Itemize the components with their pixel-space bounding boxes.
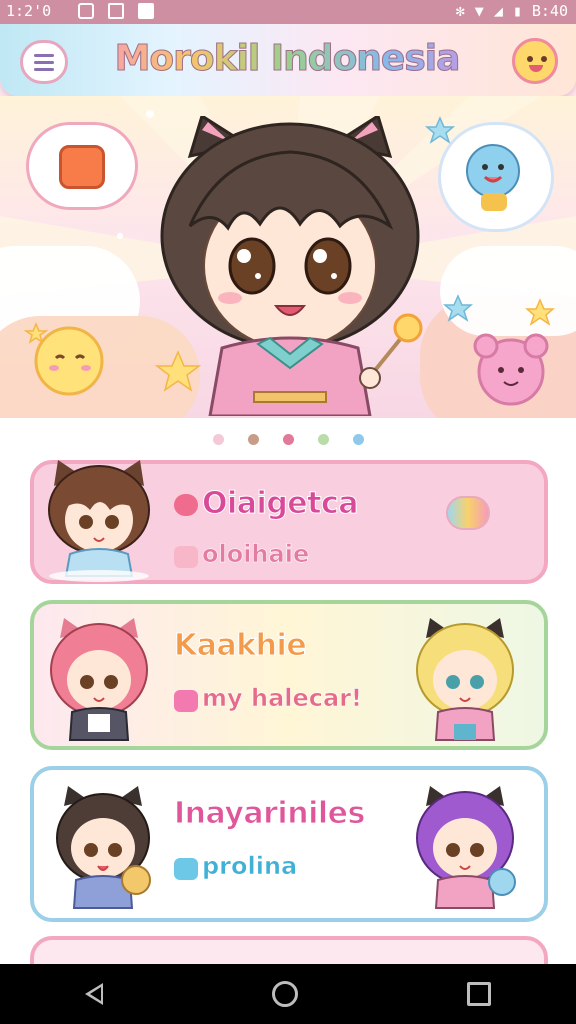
character-card[interactable]: Kaakhie my halecar!: [30, 600, 548, 750]
hero-character-illustration: [160, 116, 423, 416]
character-avatar: [50, 618, 148, 741]
character-card[interactable]: [30, 936, 548, 964]
app-header: Morokil Indonesia: [0, 24, 576, 96]
tag-icon: [174, 858, 198, 880]
cast-icon: [108, 3, 124, 19]
carousel-dot[interactable]: [352, 433, 364, 445]
carousel-dot[interactable]: [247, 433, 259, 445]
mascot-face-icon: [527, 56, 533, 62]
tag-icon: [174, 546, 198, 568]
back-icon[interactable]: [84, 983, 103, 1005]
card-title: Oiaigetca: [201, 486, 359, 522]
gallery-icon: [78, 3, 94, 19]
carousel-dot-active[interactable]: [282, 433, 294, 445]
system-nav-bar: [0, 964, 576, 1024]
status-time: 1:2'0: [6, 2, 52, 20]
menu-icon-line: [34, 60, 54, 64]
mascot-mouth: [529, 65, 543, 72]
home-icon[interactable]: [271, 981, 298, 1007]
app-title: Morokil Indonesia: [92, 38, 482, 80]
carousel-dot[interactable]: [212, 433, 224, 445]
bluetooth-icon: ✻: [455, 2, 465, 20]
card-title: Kaakhie: [173, 628, 307, 664]
status-clock: B:40: [531, 2, 568, 20]
menu-icon-line: [34, 67, 54, 71]
character-card[interactable]: Inayariniles prolina: [30, 766, 548, 922]
character-list: Oiaigetca oloihaie Kaakhie my halecar! I…: [0, 460, 576, 964]
wifi-icon: ▼: [474, 2, 484, 20]
menu-button[interactable]: [20, 40, 68, 84]
alarm-icon: [174, 494, 198, 516]
character-avatar: [56, 786, 151, 909]
character-avatar-right: [416, 618, 514, 741]
recent-apps-icon[interactable]: [467, 982, 492, 1006]
card-subtitle: oloihaie: [202, 540, 310, 569]
signal-icon: ◢: [493, 2, 503, 20]
card-title: Inayariniles: [174, 796, 366, 832]
card-subtitle: prolina: [202, 852, 298, 881]
hero-banner[interactable]: [0, 96, 576, 418]
tag-icon: [174, 690, 198, 712]
carousel-indicator: [0, 418, 576, 460]
notification-icon: [138, 3, 154, 19]
menu-icon: [34, 53, 54, 57]
character-avatar-right: [416, 786, 516, 909]
carousel-dot[interactable]: [317, 433, 329, 445]
mascot-eye: [541, 56, 547, 62]
character-avatar: [48, 460, 150, 582]
heart-bubble-icon[interactable]: [446, 496, 490, 530]
character-card[interactable]: Oiaigetca oloihaie: [30, 460, 548, 584]
card-subtitle: my halecar!: [202, 684, 363, 713]
status-bar: 1:2'0 ✻ ▼ ◢ ▮ B:40: [0, 0, 576, 24]
profile-mascot-button[interactable]: [512, 38, 558, 84]
battery-icon: ▮: [512, 2, 522, 20]
